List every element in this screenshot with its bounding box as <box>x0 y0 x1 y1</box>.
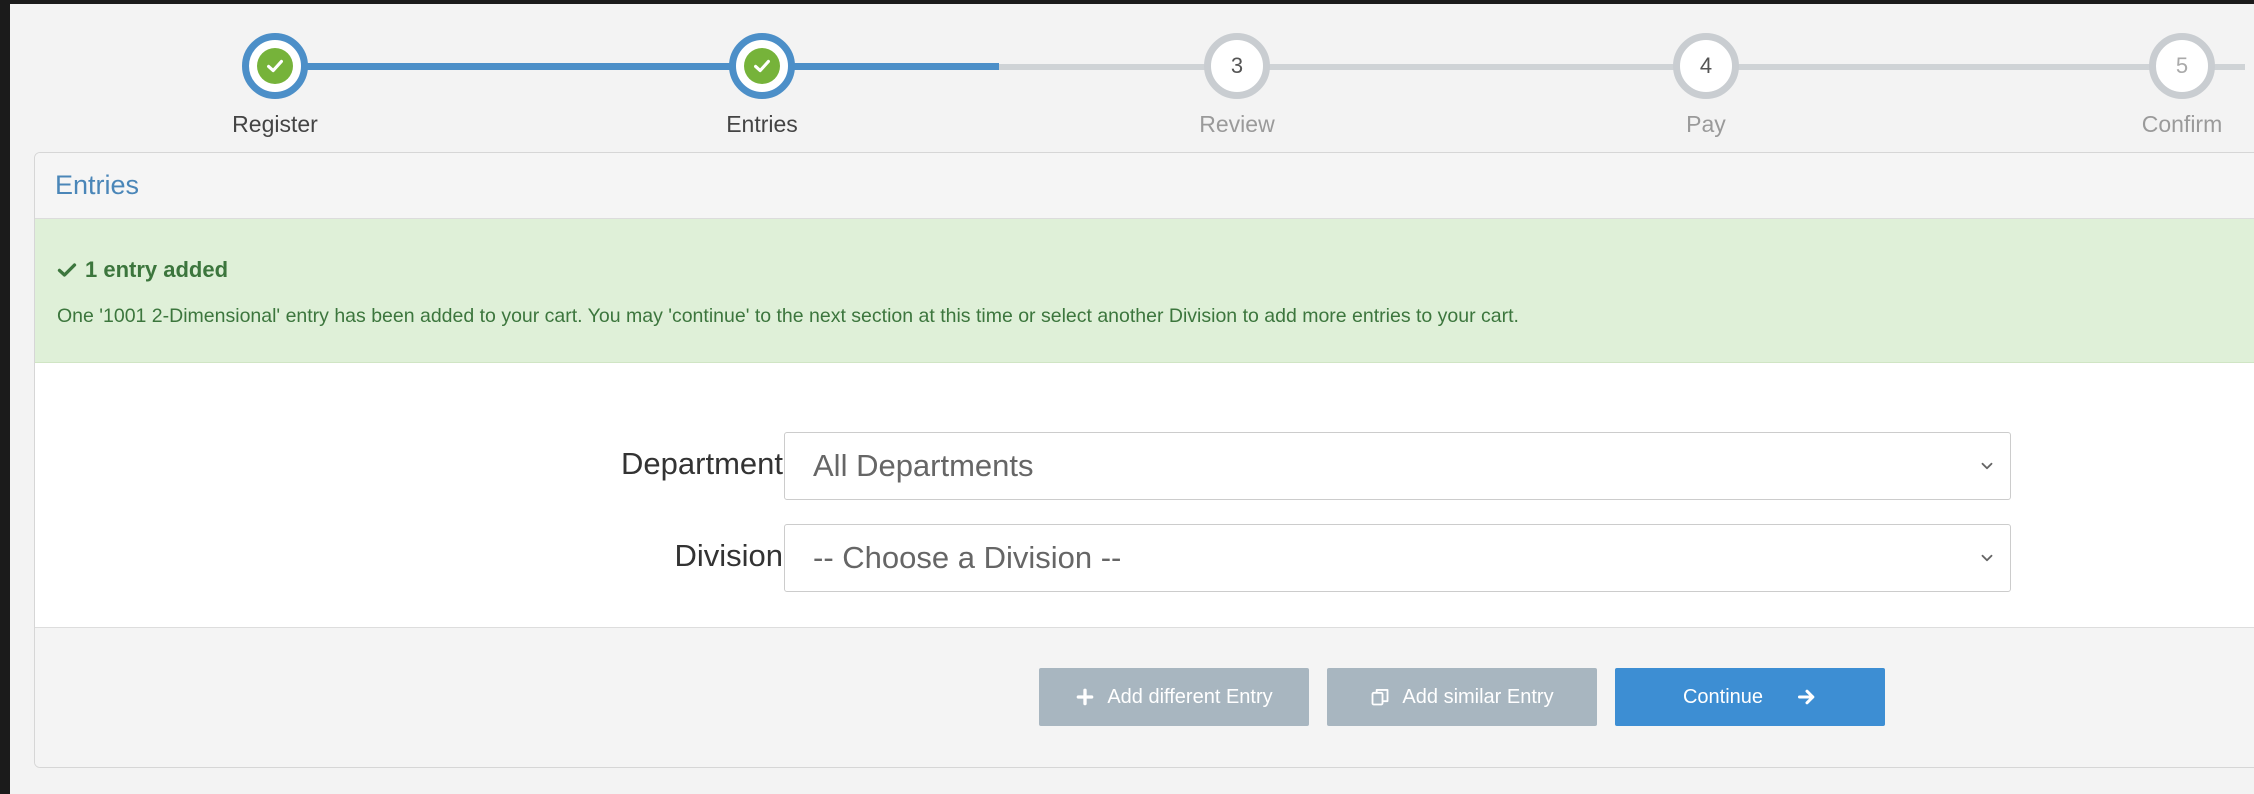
step-label: Register <box>232 111 318 137</box>
department-value: All Departments <box>813 448 1034 483</box>
step-review[interactable]: 3 Review <box>1112 33 1362 138</box>
division-row: Division -- Choose a Division -- <box>35 524 2254 592</box>
step-pay[interactable]: 4 Pay <box>1581 33 1831 138</box>
step-confirm[interactable]: 5 Confirm <box>2057 33 2254 138</box>
department-label: Department <box>621 446 783 481</box>
entry-form: Department All Departments Division -- C… <box>35 363 2254 627</box>
step-label: Entries <box>726 111 798 137</box>
step-number: 3 <box>1204 33 1270 99</box>
chevron-down-icon <box>1981 462 1993 470</box>
check-icon <box>257 48 293 84</box>
step-label: Review <box>1199 111 1275 137</box>
division-label: Division <box>674 538 783 573</box>
chevron-down-icon <box>1981 554 1993 562</box>
panel-footer: Add different Entry Add similar Entry Co… <box>35 627 2254 767</box>
add-different-entry-button[interactable]: Add different Entry <box>1039 668 1309 726</box>
step-label: Confirm <box>2141 111 2223 137</box>
plus-icon <box>1077 688 1094 706</box>
progress-stepper: Register Entries 3 Review 4 Pay 5 Confir… <box>0 0 2254 150</box>
step-register[interactable]: Register <box>150 33 400 138</box>
arrow-right-icon <box>1798 689 1815 705</box>
button-label: Add different Entry <box>1107 685 1273 708</box>
step-circle <box>729 33 795 99</box>
alert-title-text: 1 entry added <box>85 257 229 282</box>
step-label: Pay <box>1686 111 1726 137</box>
step-number: 4 <box>1673 33 1739 99</box>
panel-title: Entries <box>35 153 2254 219</box>
step-number: 5 <box>2149 33 2215 99</box>
division-value: -- Choose a Division -- <box>813 540 1122 575</box>
add-similar-entry-button[interactable]: Add similar Entry <box>1327 668 1597 726</box>
button-label: Continue <box>1682 685 1764 708</box>
continue-button[interactable]: Continue <box>1615 668 1885 726</box>
entries-panel: Entries 1 entry added One '1001 2-Dimens… <box>34 152 2254 768</box>
department-row: Department All Departments <box>35 432 2254 500</box>
step-circle <box>242 33 308 99</box>
alert-message: One '1001 2-Dimensional' entry has been … <box>57 305 1519 327</box>
alert-title: 1 entry added <box>57 257 2251 283</box>
check-icon <box>744 48 780 84</box>
checkmark-icon <box>57 263 77 277</box>
step-entries[interactable]: Entries <box>637 33 887 138</box>
success-alert: 1 entry added One '1001 2-Dimensional' e… <box>35 219 2254 363</box>
division-select[interactable]: -- Choose a Division -- <box>784 524 2011 592</box>
copy-icon <box>1372 689 1389 706</box>
button-label: Add similar Entry <box>1402 685 1554 708</box>
department-select[interactable]: All Departments <box>784 432 2011 500</box>
